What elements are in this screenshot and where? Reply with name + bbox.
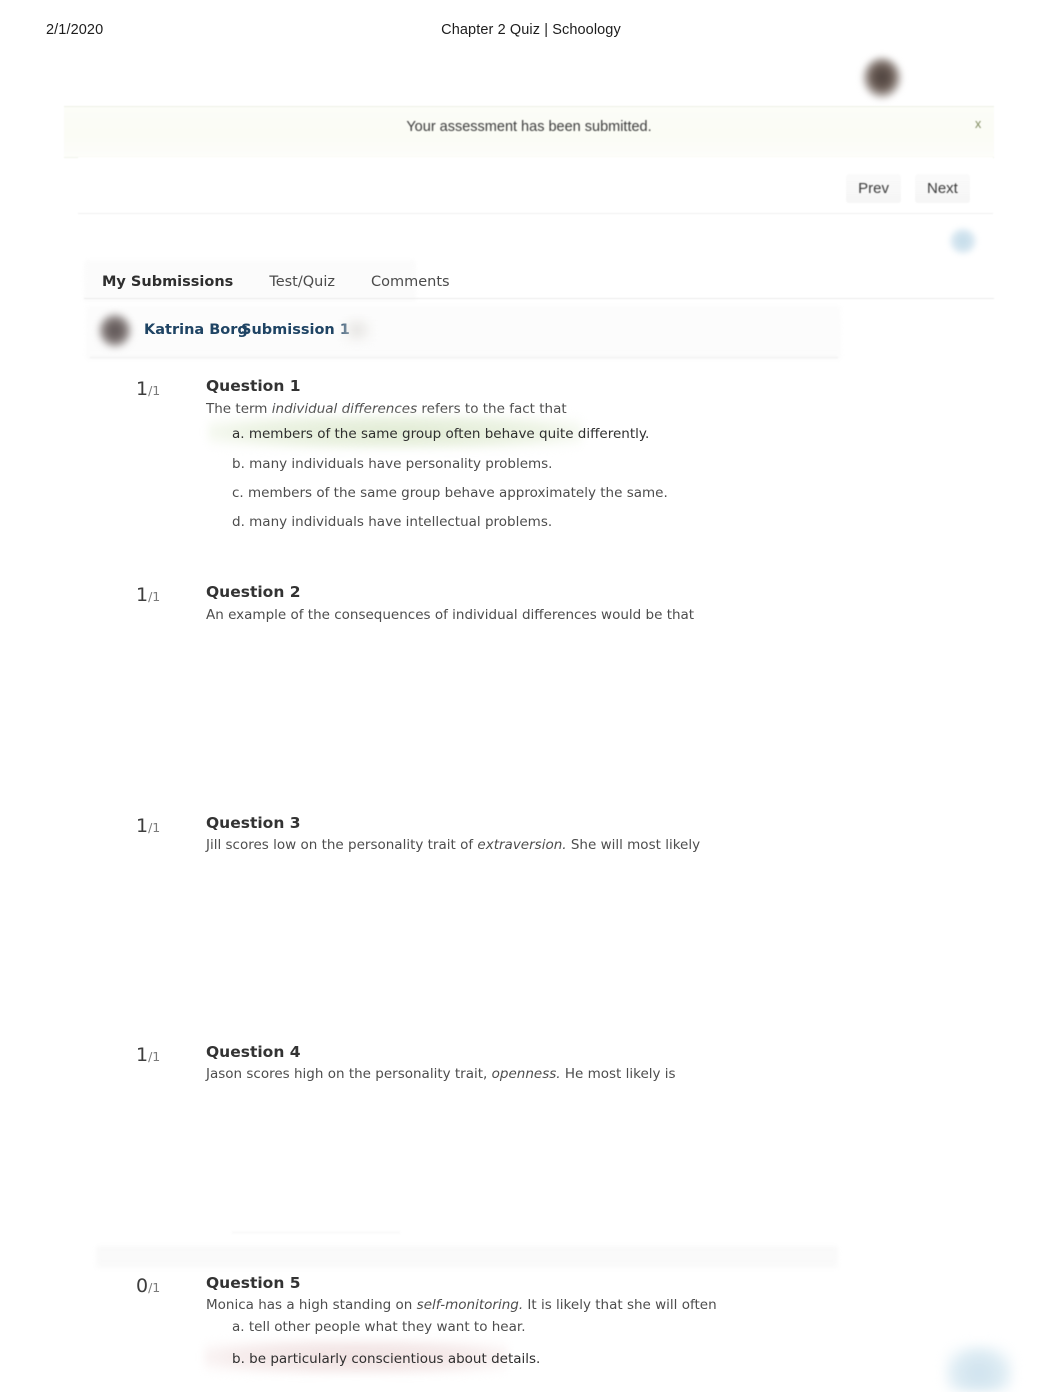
submission-row-divider (90, 357, 838, 358)
answer-option[interactable]: d. many individuals have intellectual pr… (232, 514, 552, 530)
question-score: 0/1 (136, 1275, 160, 1297)
score-denominator: /1 (148, 820, 161, 835)
question-title: Question 2 (206, 583, 301, 601)
score-denominator: /1 (148, 1049, 161, 1064)
next-button[interactable]: Next (915, 173, 970, 203)
tab-divider (84, 298, 994, 299)
score-value: 0 (136, 1275, 149, 1297)
score-value: 1 (136, 1044, 149, 1066)
tab-bar: My Submissions Test/Quiz Comments (84, 264, 468, 300)
score-denominator: /1 (148, 589, 161, 604)
question-title: Question 1 (206, 377, 301, 395)
score-value: 1 (136, 815, 149, 837)
section-band (96, 1246, 838, 1268)
avatar[interactable] (862, 57, 902, 99)
question-prompt: An example of the consequences of indivi… (206, 607, 695, 623)
score-value: 1 (136, 584, 149, 606)
question-prompt: Jason scores high on the personality tra… (206, 1066, 676, 1082)
score-denominator: /1 (148, 383, 161, 398)
close-icon[interactable]: x (975, 117, 981, 131)
question-score: 1/1 (136, 378, 160, 400)
question-title: Question 4 (206, 1043, 301, 1061)
question-title: Question 3 (206, 814, 301, 832)
question-title: Question 5 (206, 1274, 301, 1292)
submission-meta-icon (340, 315, 374, 345)
student-avatar[interactable] (98, 313, 132, 348)
question-score: 1/1 (136, 1044, 160, 1066)
score-denominator: /1 (148, 1280, 161, 1295)
question-score: 1/1 (136, 584, 160, 606)
help-widget-icon[interactable] (944, 1344, 1014, 1392)
tab-my-submissions[interactable]: My Submissions (84, 274, 251, 290)
tab-test-quiz[interactable]: Test/Quiz (251, 274, 353, 290)
answer-option[interactable]: b. many individuals have personality pro… (232, 456, 552, 472)
question-score: 1/1 (136, 815, 160, 837)
print-header: 2/1/2020 Chapter 2 Quiz | Schoology (0, 22, 1062, 44)
question-prompt: Monica has a high standing on self-monit… (206, 1297, 717, 1313)
section-divider (232, 1232, 400, 1233)
answer-option[interactable]: a. members of the same group often behav… (232, 426, 649, 442)
tab-comments[interactable]: Comments (353, 274, 468, 290)
answer-option[interactable]: a. tell other people what they want to h… (232, 1319, 525, 1335)
answer-option[interactable]: b. be particularly conscientious about d… (232, 1351, 540, 1367)
question-prompt: Jill scores low on the personality trait… (206, 837, 701, 853)
status-dot-icon (949, 228, 977, 254)
score-value: 1 (136, 378, 149, 400)
answer-option[interactable]: c. members of the same group behave appr… (232, 485, 668, 501)
banner-message: Your assessment has been submitted. (406, 119, 652, 135)
submission-link[interactable]: Submission 1 (241, 322, 350, 338)
page-title: Chapter 2 Quiz | Schoology (441, 22, 621, 38)
student-name-link[interactable]: Katrina Borg (144, 322, 248, 338)
prev-button[interactable]: Prev (846, 173, 901, 203)
pager: Prev Next (822, 168, 994, 208)
